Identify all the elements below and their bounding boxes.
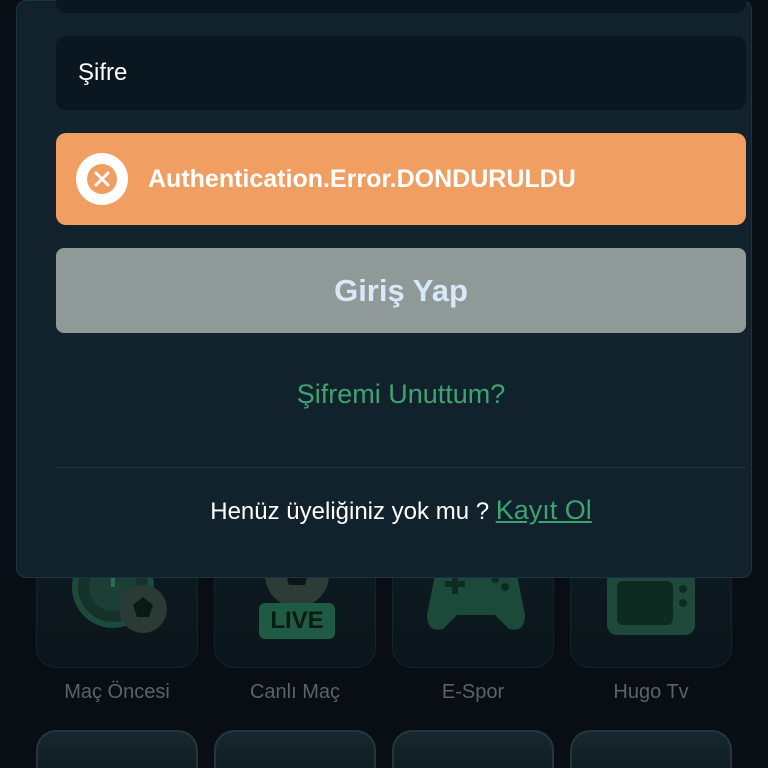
password-field[interactable] <box>56 36 746 110</box>
category-tile[interactable] <box>570 730 732 768</box>
category-label: Canlı Maç <box>249 681 341 703</box>
login-modal: Authentication.Error.DONDURULDU Giriş Ya… <box>16 0 752 578</box>
live-badge: LIVE <box>270 607 324 634</box>
category-label: Hugo Tv <box>613 681 689 703</box>
signup-prompt-line: Henüz üyeliğiniz yok mu ? Kayıt Ol <box>56 495 746 526</box>
category-tile[interactable] <box>36 730 198 768</box>
username-field[interactable] <box>56 0 746 13</box>
signup-prompt: Henüz üyeliğiniz yok mu ? <box>210 498 496 525</box>
category-label: Maç Öncesi <box>64 681 170 703</box>
divider <box>56 467 746 468</box>
login-button[interactable]: Giriş Yap <box>56 248 746 333</box>
error-message: Authentication.Error.DONDURULDU <box>148 165 576 193</box>
close-circle-icon <box>76 153 128 205</box>
signup-link[interactable]: Kayıt Ol <box>496 495 592 525</box>
error-alert: Authentication.Error.DONDURULDU <box>56 133 746 225</box>
category-tile[interactable] <box>214 730 376 768</box>
category-tile[interactable] <box>392 730 554 768</box>
password-input[interactable] <box>56 36 746 110</box>
forgot-password-link[interactable]: Şifremi Unuttum? <box>56 379 746 410</box>
category-label: E-Spor <box>441 681 505 703</box>
